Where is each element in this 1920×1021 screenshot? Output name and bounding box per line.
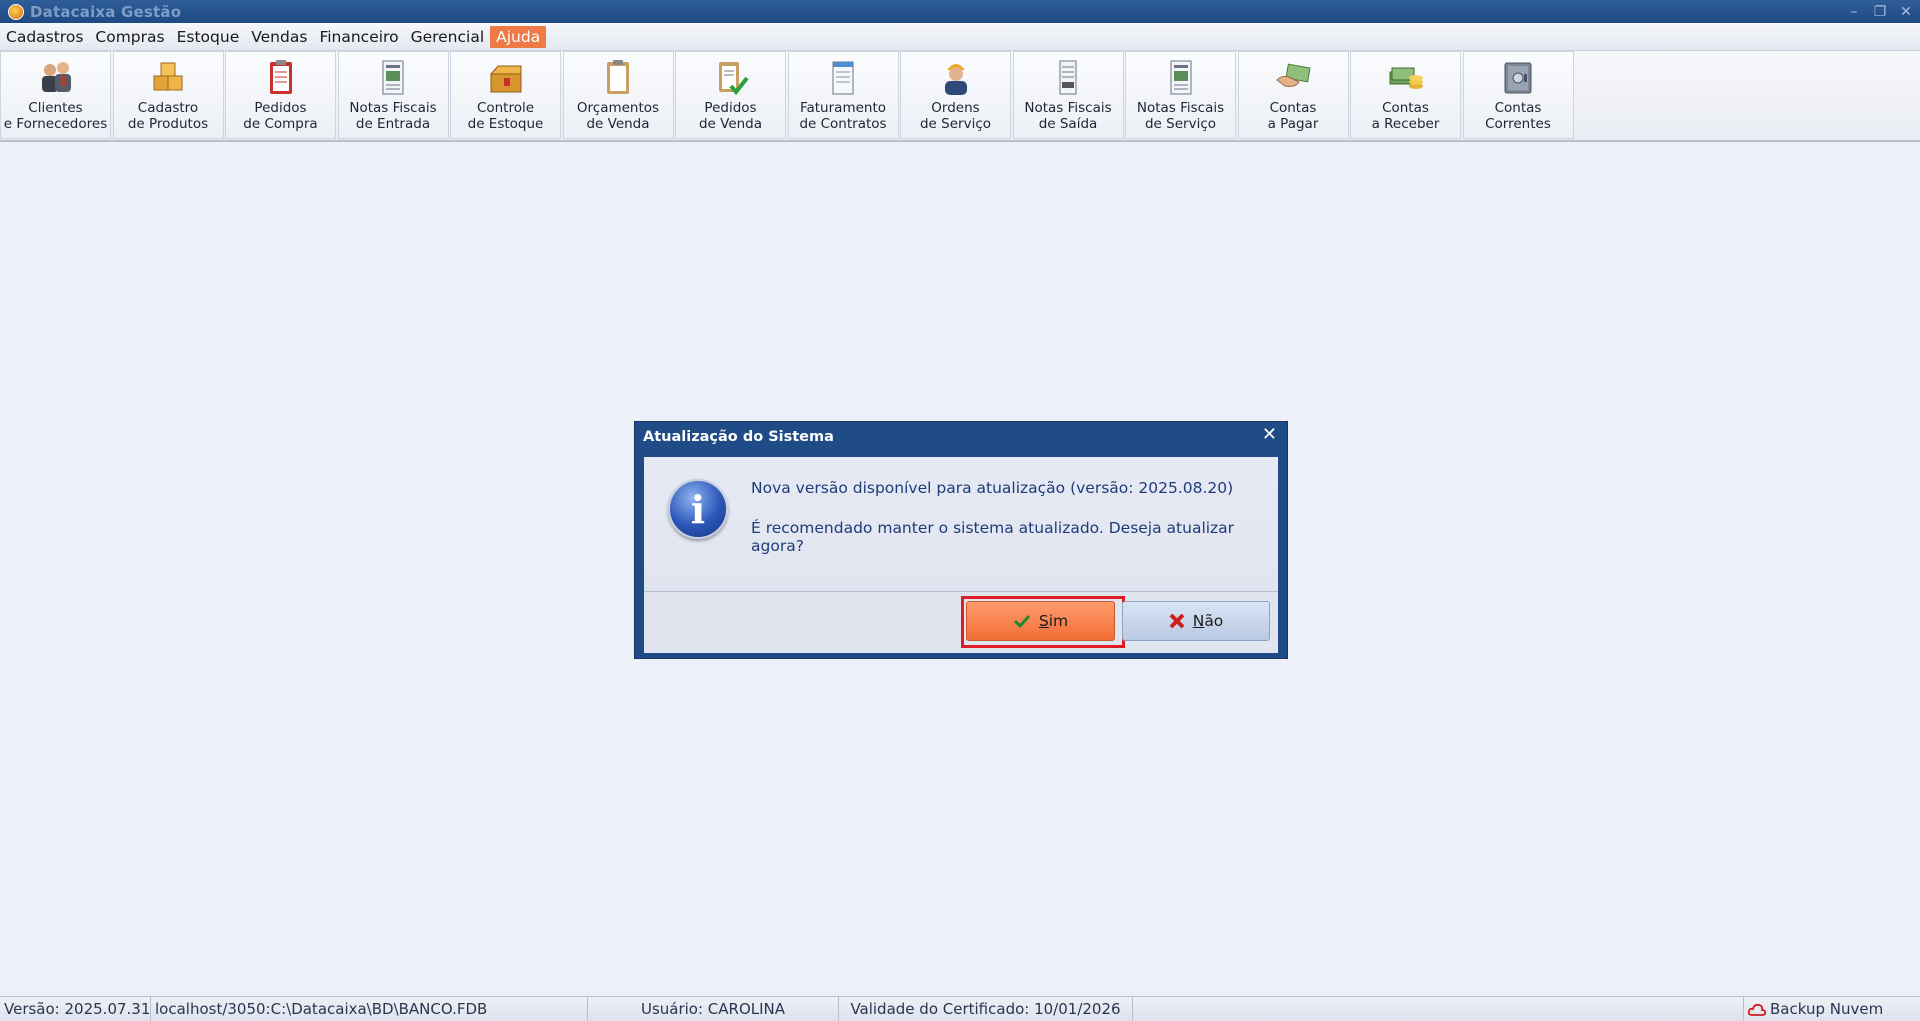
contas-correntes-button[interactable]: Contas Correntes: [1462, 51, 1574, 139]
worker-icon: [936, 58, 976, 98]
toolbar-label: Faturamento de Contratos: [799, 100, 887, 132]
title-bar: Datacaixa Gestão – ❐ ✕: [0, 0, 1920, 23]
no-button-label: Não: [1192, 612, 1224, 630]
toolbar-label: Orçamentos de Venda: [576, 100, 660, 132]
dialog-message-version: Nova versão disponível para atualização …: [751, 479, 1234, 497]
invoice-icon: [1161, 58, 1201, 98]
status-bar: Versão: 2025.07.31 localhost/3050:C:\Dat…: [0, 996, 1920, 1021]
menu-estoque[interactable]: Estoque: [171, 26, 246, 48]
invoice-icon: [373, 58, 413, 98]
status-database: localhost/3050:C:\Datacaixa\BD\BANCO.FDB: [151, 997, 588, 1021]
window-controls: – ❐ ✕: [1846, 0, 1914, 23]
toolbar-label: Ordens de Serviço: [919, 100, 991, 132]
backup-cloud-button[interactable]: Backup Nuvem: [1744, 997, 1920, 1021]
dialog-close-icon[interactable]: ✕: [1262, 426, 1277, 444]
dialog-message-question: É recomendado manter o sistema atualizad…: [751, 519, 1235, 555]
menu-vendas[interactable]: Vendas: [245, 26, 313, 48]
boxes-icon: [148, 58, 188, 98]
check-icon: [1013, 614, 1030, 628]
dialog-title: Atualização do Sistema: [643, 429, 834, 445]
toolbar-label: Contas a Pagar: [1267, 100, 1319, 132]
clipboard-icon: [598, 58, 638, 98]
box-stock-icon: [486, 58, 526, 98]
menu-financeiro[interactable]: Financeiro: [313, 26, 404, 48]
menu-bar: Cadastros Compras Estoque Vendas Finance…: [0, 23, 1920, 51]
status-version: Versão: 2025.07.31: [0, 997, 151, 1021]
controle-estoque-button[interactable]: Controle de Estoque: [450, 51, 561, 139]
toolbar-label: Pedidos de Venda: [698, 100, 763, 132]
app-logo-icon: [8, 3, 24, 20]
status-user: Usuário: CAROLINA: [588, 997, 839, 1021]
toolbar-label: Notas Fiscais de Saída: [1024, 100, 1112, 132]
pedidos-compra-button[interactable]: Pedidos de Compra: [225, 51, 336, 139]
menu-cadastros[interactable]: Cadastros: [0, 26, 89, 48]
x-icon: [1169, 613, 1185, 629]
toolbar-label: Contas Correntes: [1485, 100, 1551, 132]
contas-receber-button[interactable]: Contas a Receber: [1350, 51, 1461, 139]
toolbar-label: Contas a Receber: [1371, 100, 1440, 132]
toolbar-label: Clientes e Fornecedores: [3, 100, 108, 132]
faturamento-contratos-button[interactable]: Faturamento de Contratos: [787, 51, 899, 139]
contas-pagar-button[interactable]: Contas a Pagar: [1237, 51, 1349, 139]
people-icon: [36, 58, 76, 98]
backup-label: Backup Nuvem: [1770, 1000, 1884, 1018]
clipboard-red-icon: [261, 58, 301, 98]
toolbar-label: Notas Fiscais de Serviço: [1136, 100, 1225, 132]
status-spacer: [1133, 997, 1744, 1021]
notas-saida-button[interactable]: Notas Fiscais de Saída: [1012, 51, 1124, 139]
toolbar-label: Pedidos de Compra: [243, 100, 318, 132]
yes-button-label: Sim: [1038, 612, 1069, 630]
toolbar-label: Controle de Estoque: [467, 100, 544, 132]
info-icon: i: [668, 479, 728, 539]
pedidos-venda-button[interactable]: Pedidos de Venda: [675, 51, 786, 139]
toolbar-label: Notas Fiscais de Entrada: [349, 100, 437, 132]
no-button[interactable]: Não: [1122, 601, 1270, 641]
clientes-fornecedores-button[interactable]: Clientes e Fornecedores: [0, 51, 111, 139]
update-dialog: Atualização do Sistema ✕ i Nova versão d…: [634, 421, 1288, 659]
menu-gerencial[interactable]: Gerencial: [405, 26, 491, 48]
safe-icon: [1498, 58, 1538, 98]
toolbar-label: Cadastro de Produtos: [127, 100, 209, 132]
orcamentos-venda-button[interactable]: Orçamentos de Venda: [562, 51, 674, 139]
window-title: Datacaixa Gestão: [30, 2, 182, 21]
document-icon: [823, 58, 863, 98]
menu-compras[interactable]: Compras: [89, 26, 170, 48]
receipt-icon: [1048, 58, 1088, 98]
cadastro-produtos-button[interactable]: Cadastro de Produtos: [112, 51, 224, 139]
toolbar: Clientes e Fornecedores Cadastro de Prod…: [0, 51, 1920, 142]
clipboard-check-icon: [711, 58, 751, 98]
dialog-message-area: i Nova versão disponível para atualizaçã…: [644, 457, 1278, 590]
notas-servico-button[interactable]: Notas Fiscais de Serviço: [1125, 51, 1236, 139]
dialog-footer: Sim Não: [644, 591, 1278, 653]
dialog-body: i Nova versão disponível para atualizaçã…: [644, 457, 1278, 653]
notas-entrada-button[interactable]: Notas Fiscais de Entrada: [337, 51, 449, 139]
yes-button[interactable]: Sim: [966, 601, 1115, 641]
menu-ajuda[interactable]: Ajuda: [490, 25, 547, 48]
cloud-icon: [1748, 1003, 1766, 1016]
minimize-icon[interactable]: –: [1846, 4, 1862, 20]
hand-money-icon: [1273, 58, 1313, 98]
restore-icon[interactable]: ❐: [1872, 4, 1888, 20]
coins-icon: [1386, 58, 1426, 98]
status-certificate: Validade do Certificado: 10/01/2026: [839, 997, 1133, 1021]
ordens-servico-button[interactable]: Ordens de Serviço: [900, 51, 1011, 139]
close-window-icon[interactable]: ✕: [1898, 4, 1914, 20]
